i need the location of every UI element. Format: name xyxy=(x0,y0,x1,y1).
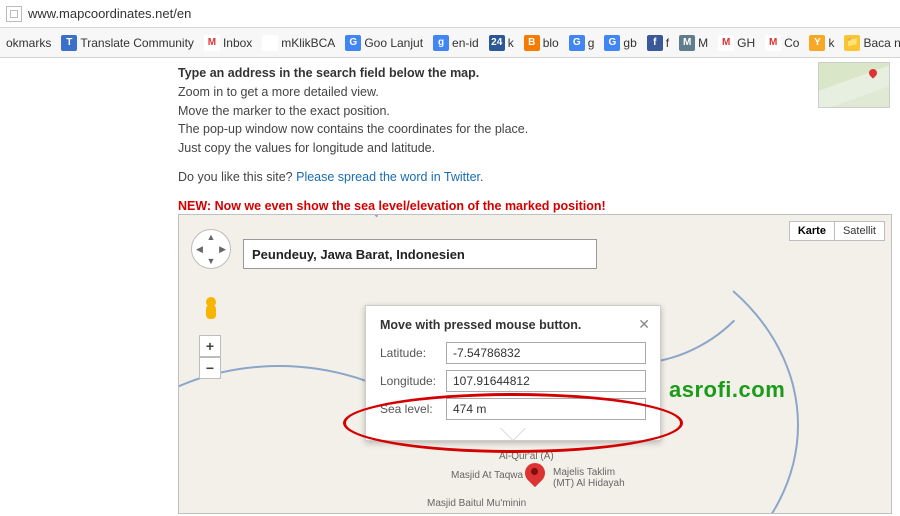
poi-label: Majelis Taklim (MT) Al Hidayah xyxy=(553,467,625,489)
bookmark-item[interactable]: GGoo Lanjut xyxy=(345,35,423,51)
instruction-line: Zoom in to get a more detailed view. xyxy=(178,85,379,99)
pan-left-icon[interactable]: ◀ xyxy=(196,244,203,255)
bookmark-label: f xyxy=(666,36,669,50)
map-type-satellite[interactable]: Satellit xyxy=(835,222,884,240)
bookmark-label: Translate Community xyxy=(80,36,194,50)
bookmark-item[interactable]: MCo xyxy=(765,35,799,51)
latitude-input[interactable] xyxy=(446,342,646,364)
bookmark-icon: M xyxy=(765,35,781,51)
map-container[interactable]: ▲ ▼ ◀ ▶ + − Peundeuy, Jawa Barat, Indone… xyxy=(178,214,892,514)
bookmark-icon: g xyxy=(433,35,449,51)
bookmark-item[interactable]: Bblo xyxy=(524,35,559,51)
bookmark-item[interactable]: gen-id xyxy=(433,35,479,51)
bookmark-label: blo xyxy=(543,36,559,50)
bookmark-icon: G xyxy=(604,35,620,51)
poi-label: Masjid Baitul Mu'minin xyxy=(427,498,526,509)
pan-right-icon[interactable]: ▶ xyxy=(219,244,226,255)
zoom-in-button[interactable]: + xyxy=(199,335,221,357)
page-icon xyxy=(6,6,22,22)
bookmark-icon: M xyxy=(679,35,695,51)
map-type-map[interactable]: Karte xyxy=(790,222,835,240)
bookmark-icon: 24 xyxy=(489,35,505,51)
bookmark-label: Goo Lanjut xyxy=(364,36,423,50)
instruction-line: The pop-up window now contains the coord… xyxy=(178,122,528,136)
bookmark-item[interactable]: MM xyxy=(679,35,708,51)
bookmark-label: Baca nant xyxy=(863,36,900,50)
bookmark-label: en-id xyxy=(452,36,479,50)
bookmark-label: g xyxy=(588,36,595,50)
bookmarks-bar: okmarks TTranslate CommunityMInboxmKlikB… xyxy=(0,28,900,58)
bookmark-icon: M xyxy=(718,35,734,51)
bookmark-icon: T xyxy=(61,35,77,51)
bookmark-label: GH xyxy=(737,36,755,50)
poi-label: Masjid At Taqwa xyxy=(451,470,523,481)
bookmark-icon xyxy=(262,35,278,51)
bookmark-label: Co xyxy=(784,36,799,50)
bookmark-label: M xyxy=(698,36,708,50)
popup-title: Move with pressed mouse button. xyxy=(380,318,646,332)
sealevel-input[interactable] xyxy=(446,398,646,420)
bookmark-label: mKlikBCA xyxy=(281,36,335,50)
bookmark-label: k xyxy=(508,36,514,50)
map-type-control[interactable]: Karte Satellit xyxy=(789,221,885,241)
longitude-label: Longitude: xyxy=(380,374,446,388)
bookmark-label: Inbox xyxy=(223,36,252,50)
url-text[interactable]: www.mapcoordinates.net/en xyxy=(28,6,191,21)
bookmark-label: gb xyxy=(623,36,636,50)
bookmark-icon: f xyxy=(647,35,663,51)
bookmark-item[interactable]: MInbox xyxy=(204,35,252,51)
zoom-out-button[interactable]: − xyxy=(199,357,221,379)
bookmark-icon: 📁 xyxy=(844,35,860,51)
bookmark-item[interactable]: TTranslate Community xyxy=(61,35,194,51)
pegman-icon[interactable] xyxy=(204,297,218,323)
pan-control[interactable]: ▲ ▼ ◀ ▶ xyxy=(191,229,231,269)
pan-up-icon[interactable]: ▲ xyxy=(207,232,216,242)
bookmark-item[interactable]: 📁Baca nant xyxy=(844,35,900,51)
bookmark-icon: G xyxy=(345,35,361,51)
close-icon[interactable]: ✕ xyxy=(638,316,650,333)
twitter-prefix: Do you like this site? xyxy=(178,170,296,184)
address-bar: www.mapcoordinates.net/en xyxy=(0,0,900,28)
bookmark-item[interactable]: mKlikBCA xyxy=(262,35,335,51)
bookmark-item[interactable]: ff xyxy=(647,35,669,51)
bookmark-item[interactable]: Ggb xyxy=(604,35,636,51)
bookmark-icon: M xyxy=(204,35,220,51)
twitter-link[interactable]: Please spread the word in Twitter xyxy=(296,170,480,184)
bookmarks-label: okmarks xyxy=(6,36,51,50)
bookmark-icon: B xyxy=(524,35,540,51)
instruction-line: Move the marker to the exact position. xyxy=(178,104,390,118)
instruction-line: Just copy the values for longitude and l… xyxy=(178,141,435,155)
map-marker[interactable] xyxy=(525,463,545,491)
longitude-input[interactable] xyxy=(446,370,646,392)
bookmark-item[interactable]: Yk xyxy=(809,35,834,51)
map-thumbnail[interactable] xyxy=(818,62,890,108)
page-instructions: Type an address in the search field belo… xyxy=(0,58,900,215)
info-popup: ✕ Move with pressed mouse button. Latitu… xyxy=(365,305,661,441)
latitude-label: Latitude: xyxy=(380,346,446,360)
map-search-input[interactable]: Peundeuy, Jawa Barat, Indonesien xyxy=(243,239,597,269)
bookmark-icon: G xyxy=(569,35,585,51)
bookmark-item[interactable]: MGH xyxy=(718,35,755,51)
bookmark-label: k xyxy=(828,36,834,50)
pan-down-icon[interactable]: ▼ xyxy=(207,256,216,266)
bookmark-item[interactable]: Gg xyxy=(569,35,595,51)
bookmark-icon: Y xyxy=(809,35,825,51)
instruction-line: Type an address in the search field belo… xyxy=(178,66,479,80)
bookmark-item[interactable]: 24k xyxy=(489,35,514,51)
new-feature-line: NEW: Now we even show the sea level/elev… xyxy=(178,197,900,216)
sealevel-label: Sea level: xyxy=(380,402,446,416)
